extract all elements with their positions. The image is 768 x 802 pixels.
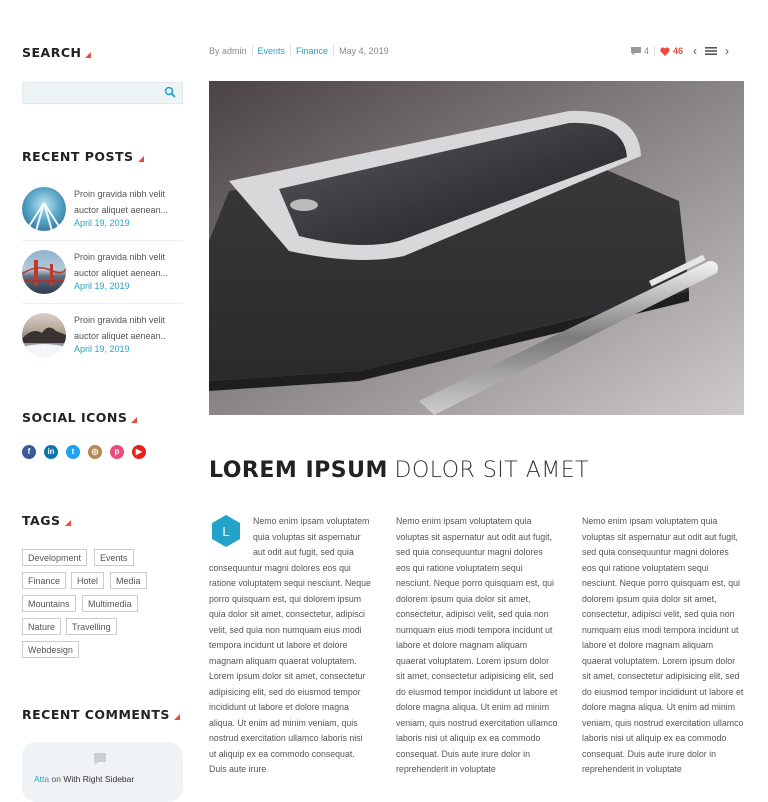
tag-media[interactable]: Media <box>110 572 147 589</box>
tag-multimedia[interactable]: Multimedia <box>82 595 138 612</box>
comment-icon[interactable] <box>631 46 641 56</box>
post-meta: By admin Events Finance May 4, 2019 <box>209 45 389 56</box>
youtube-icon[interactable]: ▶ <box>132 445 146 459</box>
post-date[interactable]: April 19, 2019 <box>74 281 130 291</box>
comment-count[interactable]: 4 <box>644 46 649 56</box>
title-marker-icon <box>137 156 144 162</box>
pinterest-icon[interactable]: p <box>110 445 124 459</box>
prev-arrow-icon[interactable]: ‹ <box>693 44 697 58</box>
article-headline: LOREM IPSUM DOLOR SIT AMET <box>209 457 589 483</box>
recent-post-item[interactable]: Proin gravida nibh velit auctor aliquet a… <box>22 313 183 369</box>
dropcap-letter: L <box>222 524 229 539</box>
post-date: May 4, 2019 <box>339 46 389 56</box>
column-text: Nemo enim ipsam voluptatem quia voluptas… <box>209 516 371 774</box>
search-widget-title: SEARCH <box>22 45 92 60</box>
search-input[interactable] <box>22 82 183 104</box>
comment-bubble-icon <box>94 753 106 765</box>
search-field[interactable] <box>23 83 165 104</box>
recent-comments-title: RECENT COMMENTS <box>22 707 180 722</box>
post-date[interactable]: April 19, 2019 <box>74 218 130 228</box>
post-title[interactable]: Proin gravida nibh velit auctor aliquet a… <box>74 186 184 218</box>
tag-mountains[interactable]: Mountains <box>22 595 76 612</box>
like-count[interactable]: 46 <box>673 46 683 56</box>
divider <box>22 240 183 241</box>
tag-webdesign[interactable]: Webdesign <box>22 641 79 658</box>
category-events[interactable]: Events <box>258 46 286 56</box>
search-icon[interactable] <box>164 86 176 98</box>
instagram-icon[interactable]: ◎ <box>88 445 102 459</box>
linkedin-icon[interactable]: in <box>44 445 58 459</box>
post-thumbnail[interactable] <box>22 250 66 294</box>
headline-bold: LOREM IPSUM <box>209 458 388 483</box>
tag-events[interactable]: Events <box>94 549 134 566</box>
title-marker-icon <box>131 417 138 423</box>
divider <box>22 303 183 304</box>
headline-light: DOLOR SIT AMET <box>394 458 590 483</box>
tag-finance[interactable]: Finance <box>22 572 67 589</box>
tag-nature[interactable]: Nature <box>22 618 62 635</box>
post-thumbnail[interactable] <box>22 187 66 231</box>
post-actions: 4 46 ‹ › <box>631 44 729 58</box>
twitter-icon[interactable]: t <box>66 445 80 459</box>
recent-comment-card: Atta on With Right Sidebar <box>22 742 183 802</box>
comment-post-link[interactable]: With Right Sidebar <box>63 774 134 784</box>
comment-author[interactable]: Atta <box>34 774 49 784</box>
heart-icon[interactable] <box>660 47 670 56</box>
facebook-icon[interactable]: f <box>22 445 36 459</box>
recent-posts-title: RECENT POSTS <box>22 149 144 164</box>
menu-grid-icon[interactable] <box>705 46 718 56</box>
title-marker-icon <box>64 520 71 526</box>
tag-hotel[interactable]: Hotel <box>71 572 105 589</box>
title-marker-icon <box>173 714 180 720</box>
post-thumbnail[interactable] <box>22 313 66 357</box>
post-author[interactable]: By admin <box>209 46 247 56</box>
article-column-2: Nemo enim ipsam voluptatem quia voluptas… <box>396 516 558 774</box>
recent-post-item[interactable]: Proin gravida nibh velit auctor aliquet a… <box>22 187 183 243</box>
comment-on: on <box>51 774 61 784</box>
comment-line: Atta on With Right Sidebar <box>34 774 134 784</box>
recent-post-item[interactable]: Proin gravida nibh velit auctor aliquet a… <box>22 250 183 306</box>
dropcap-hexagon: L <box>209 514 243 548</box>
category-finance[interactable]: Finance <box>296 46 328 56</box>
article-column-1: L Nemo enim ipsam voluptatem quia volupt… <box>209 514 371 778</box>
tag-travelling[interactable]: Travelling <box>66 618 117 635</box>
post-title[interactable]: Proin gravida nibh velit auctor aliquet a… <box>74 312 184 344</box>
tags-title: TAGS <box>22 513 71 528</box>
post-date[interactable]: April 19, 2019 <box>74 344 130 354</box>
featured-image <box>209 81 744 415</box>
next-arrow-icon[interactable]: › <box>725 44 729 58</box>
post-title[interactable]: Proin gravida nibh velit auctor aliquet a… <box>74 249 184 281</box>
title-marker-icon <box>85 52 92 58</box>
tag-development[interactable]: Development <box>22 549 88 566</box>
social-icons-title: SOCIAL ICONS <box>22 410 138 425</box>
article-column-3: Nemo enim ipsam voluptatem quia voluptas… <box>582 516 744 774</box>
